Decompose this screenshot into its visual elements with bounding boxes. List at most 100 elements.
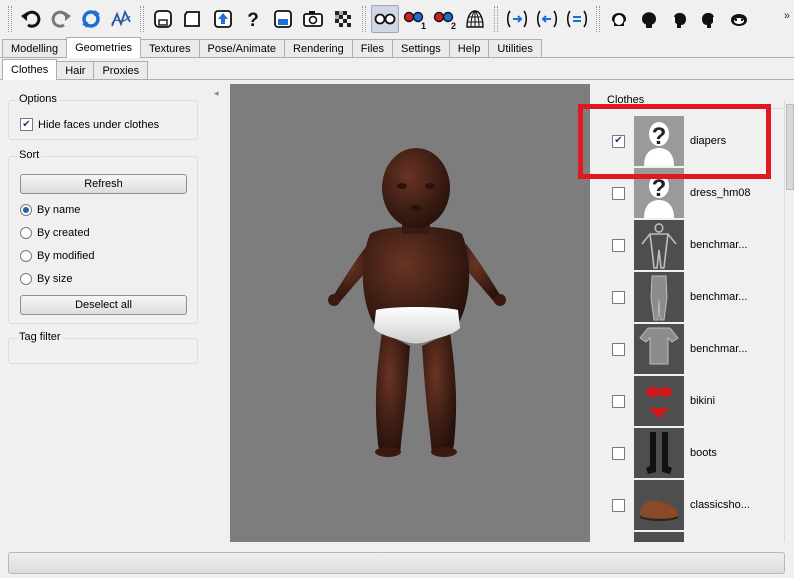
tab-proxies[interactable]: Proxies (93, 61, 149, 80)
clothes-item-benchmark-2[interactable]: benchmar... (600, 271, 784, 323)
tab-geometries[interactable]: Geometries (66, 37, 141, 58)
clothes-item-checkbox[interactable] (612, 446, 625, 460)
open-file-button[interactable] (179, 5, 207, 33)
tab-textures[interactable]: Textures (139, 39, 200, 58)
tab-modelling[interactable]: Modelling (2, 39, 68, 58)
clothes-item-checkbox[interactable] (612, 342, 625, 356)
refresh-button[interactable]: Refresh (20, 174, 187, 194)
3d-viewport[interactable] (230, 84, 590, 542)
head-back-button[interactable] (635, 5, 663, 33)
smooth-icon (111, 9, 131, 27)
clothes-item-checkbox[interactable] (612, 394, 625, 408)
head-right-button[interactable] (695, 5, 723, 33)
sort-option-label: By name (37, 204, 81, 216)
shoes-thumbnail (634, 480, 684, 530)
new-file-button[interactable] (149, 5, 177, 33)
tab-pose-animate[interactable]: Pose/Animate (198, 39, 286, 58)
stereo-1-button[interactable]: 1 (401, 5, 429, 33)
sort-by-name-radio[interactable]: By name (20, 204, 80, 216)
toolbar-overflow-button[interactable]: » (784, 10, 790, 22)
export-button[interactable] (209, 5, 237, 33)
head-left-button[interactable] (665, 5, 693, 33)
sort-group: Sort Refresh By name By created By modif… (8, 149, 198, 324)
clothes-item-checkbox[interactable]: ✔ (612, 134, 625, 148)
unknown-figure-icon: ? (634, 116, 684, 166)
head-top-button[interactable] (725, 5, 753, 33)
side-view-button[interactable] (563, 5, 591, 33)
undo-icon (21, 10, 41, 28)
clothes-item-dress[interactable]: ? dress_hm08 (600, 167, 784, 219)
hide-faces-checkbox[interactable]: ✔ Hide faces under clothes (20, 118, 159, 131)
tab-clothes[interactable]: Clothes (2, 59, 58, 80)
checker-icon (335, 11, 351, 27)
clothes-item-checkbox[interactable] (612, 290, 625, 304)
save-button[interactable] (269, 5, 297, 33)
sort-option-label: By modified (37, 250, 95, 262)
toolbar-grip[interactable] (494, 6, 498, 32)
tab-settings[interactable]: Settings (392, 39, 450, 58)
unknown-figure-icon: ? (634, 168, 684, 218)
toolbar-grip[interactable] (140, 6, 144, 32)
tab-help[interactable]: Help (448, 39, 490, 58)
stereo-2-icon: 2 (433, 11, 456, 30)
head-left-icon (671, 12, 686, 28)
sort-option-label: By created (37, 227, 90, 239)
clothes-list[interactable]: ✔ ? diapers ? dress_hm08 benchmar... ben… (600, 108, 784, 542)
bikini-icon (634, 376, 684, 426)
front-view-button[interactable] (503, 5, 531, 33)
tab-hair[interactable]: Hair (56, 61, 95, 80)
head-top-icon (731, 14, 747, 26)
clothes-item-checkbox[interactable] (612, 498, 625, 512)
checker-button[interactable] (329, 5, 357, 33)
sort-by-modified-radio[interactable]: By modified (20, 250, 94, 262)
back-view-button[interactable] (533, 5, 561, 33)
wireframe-button[interactable] (461, 5, 489, 33)
left-panel: ◂ Options ✔ Hide faces under clothes Sor… (0, 82, 220, 542)
clothes-item-checkbox[interactable] (612, 238, 625, 252)
clothes-item-diapers[interactable]: ✔ ? diapers (600, 115, 784, 167)
glasses-button[interactable] (371, 5, 399, 33)
toolbar-grip[interactable] (596, 6, 600, 32)
toolbar: ? 1 2 » (0, 0, 794, 38)
reset-button[interactable] (77, 5, 105, 33)
sort-title: Sort (17, 149, 42, 161)
clothes-list-scrollbar[interactable] (784, 100, 794, 542)
hide-faces-check-icon: ✔ (20, 118, 33, 131)
svg-text:1: 1 (421, 21, 426, 30)
mesh-thumbnail (634, 272, 684, 322)
sort-by-created-radio[interactable]: By created (20, 227, 90, 239)
sort-by-size-radio[interactable]: By size (20, 273, 72, 285)
toolbar-grip[interactable] (362, 6, 366, 32)
radio-icon (20, 273, 32, 285)
side-view-icon (566, 10, 588, 28)
head-front-button[interactable] (605, 5, 633, 33)
clothes-item-checkbox[interactable] (612, 186, 625, 200)
unknown-thumbnail: ? (634, 116, 684, 166)
boots-thumbnail (634, 428, 684, 478)
clothes-item-partial[interactable] (600, 531, 784, 542)
toolbar-grip[interactable] (8, 6, 12, 32)
stereo-2-button[interactable]: 2 (431, 5, 459, 33)
tab-files[interactable]: Files (351, 39, 394, 58)
glasses-icon (374, 13, 396, 25)
svg-text:?: ? (652, 175, 667, 202)
mesh-suit-icon (634, 220, 684, 270)
clothes-item-classicshoes[interactable]: classicsho... (600, 479, 784, 531)
help-button[interactable]: ? (239, 5, 267, 33)
smooth-button[interactable] (107, 5, 135, 33)
clothes-item-label: benchmar... (690, 291, 748, 303)
open-file-icon (184, 11, 200, 27)
tab-utilities[interactable]: Utilities (488, 39, 542, 58)
undo-button[interactable] (17, 5, 45, 33)
left-panel-scroll-marker: ◂ (214, 88, 219, 98)
redo-button[interactable] (47, 5, 75, 33)
clothes-item-benchmark-1[interactable]: benchmar... (600, 219, 784, 271)
reset-icon (82, 10, 100, 28)
clothes-item-boots[interactable]: boots (600, 427, 784, 479)
clothes-item-bikini[interactable]: bikini (600, 375, 784, 427)
deselect-all-button[interactable]: Deselect all (20, 295, 187, 315)
clothes-item-benchmark-3[interactable]: benchmar... (600, 323, 784, 375)
screenshot-button[interactable] (299, 5, 327, 33)
scrollbar-thumb[interactable] (786, 104, 794, 190)
tab-rendering[interactable]: Rendering (284, 39, 353, 58)
